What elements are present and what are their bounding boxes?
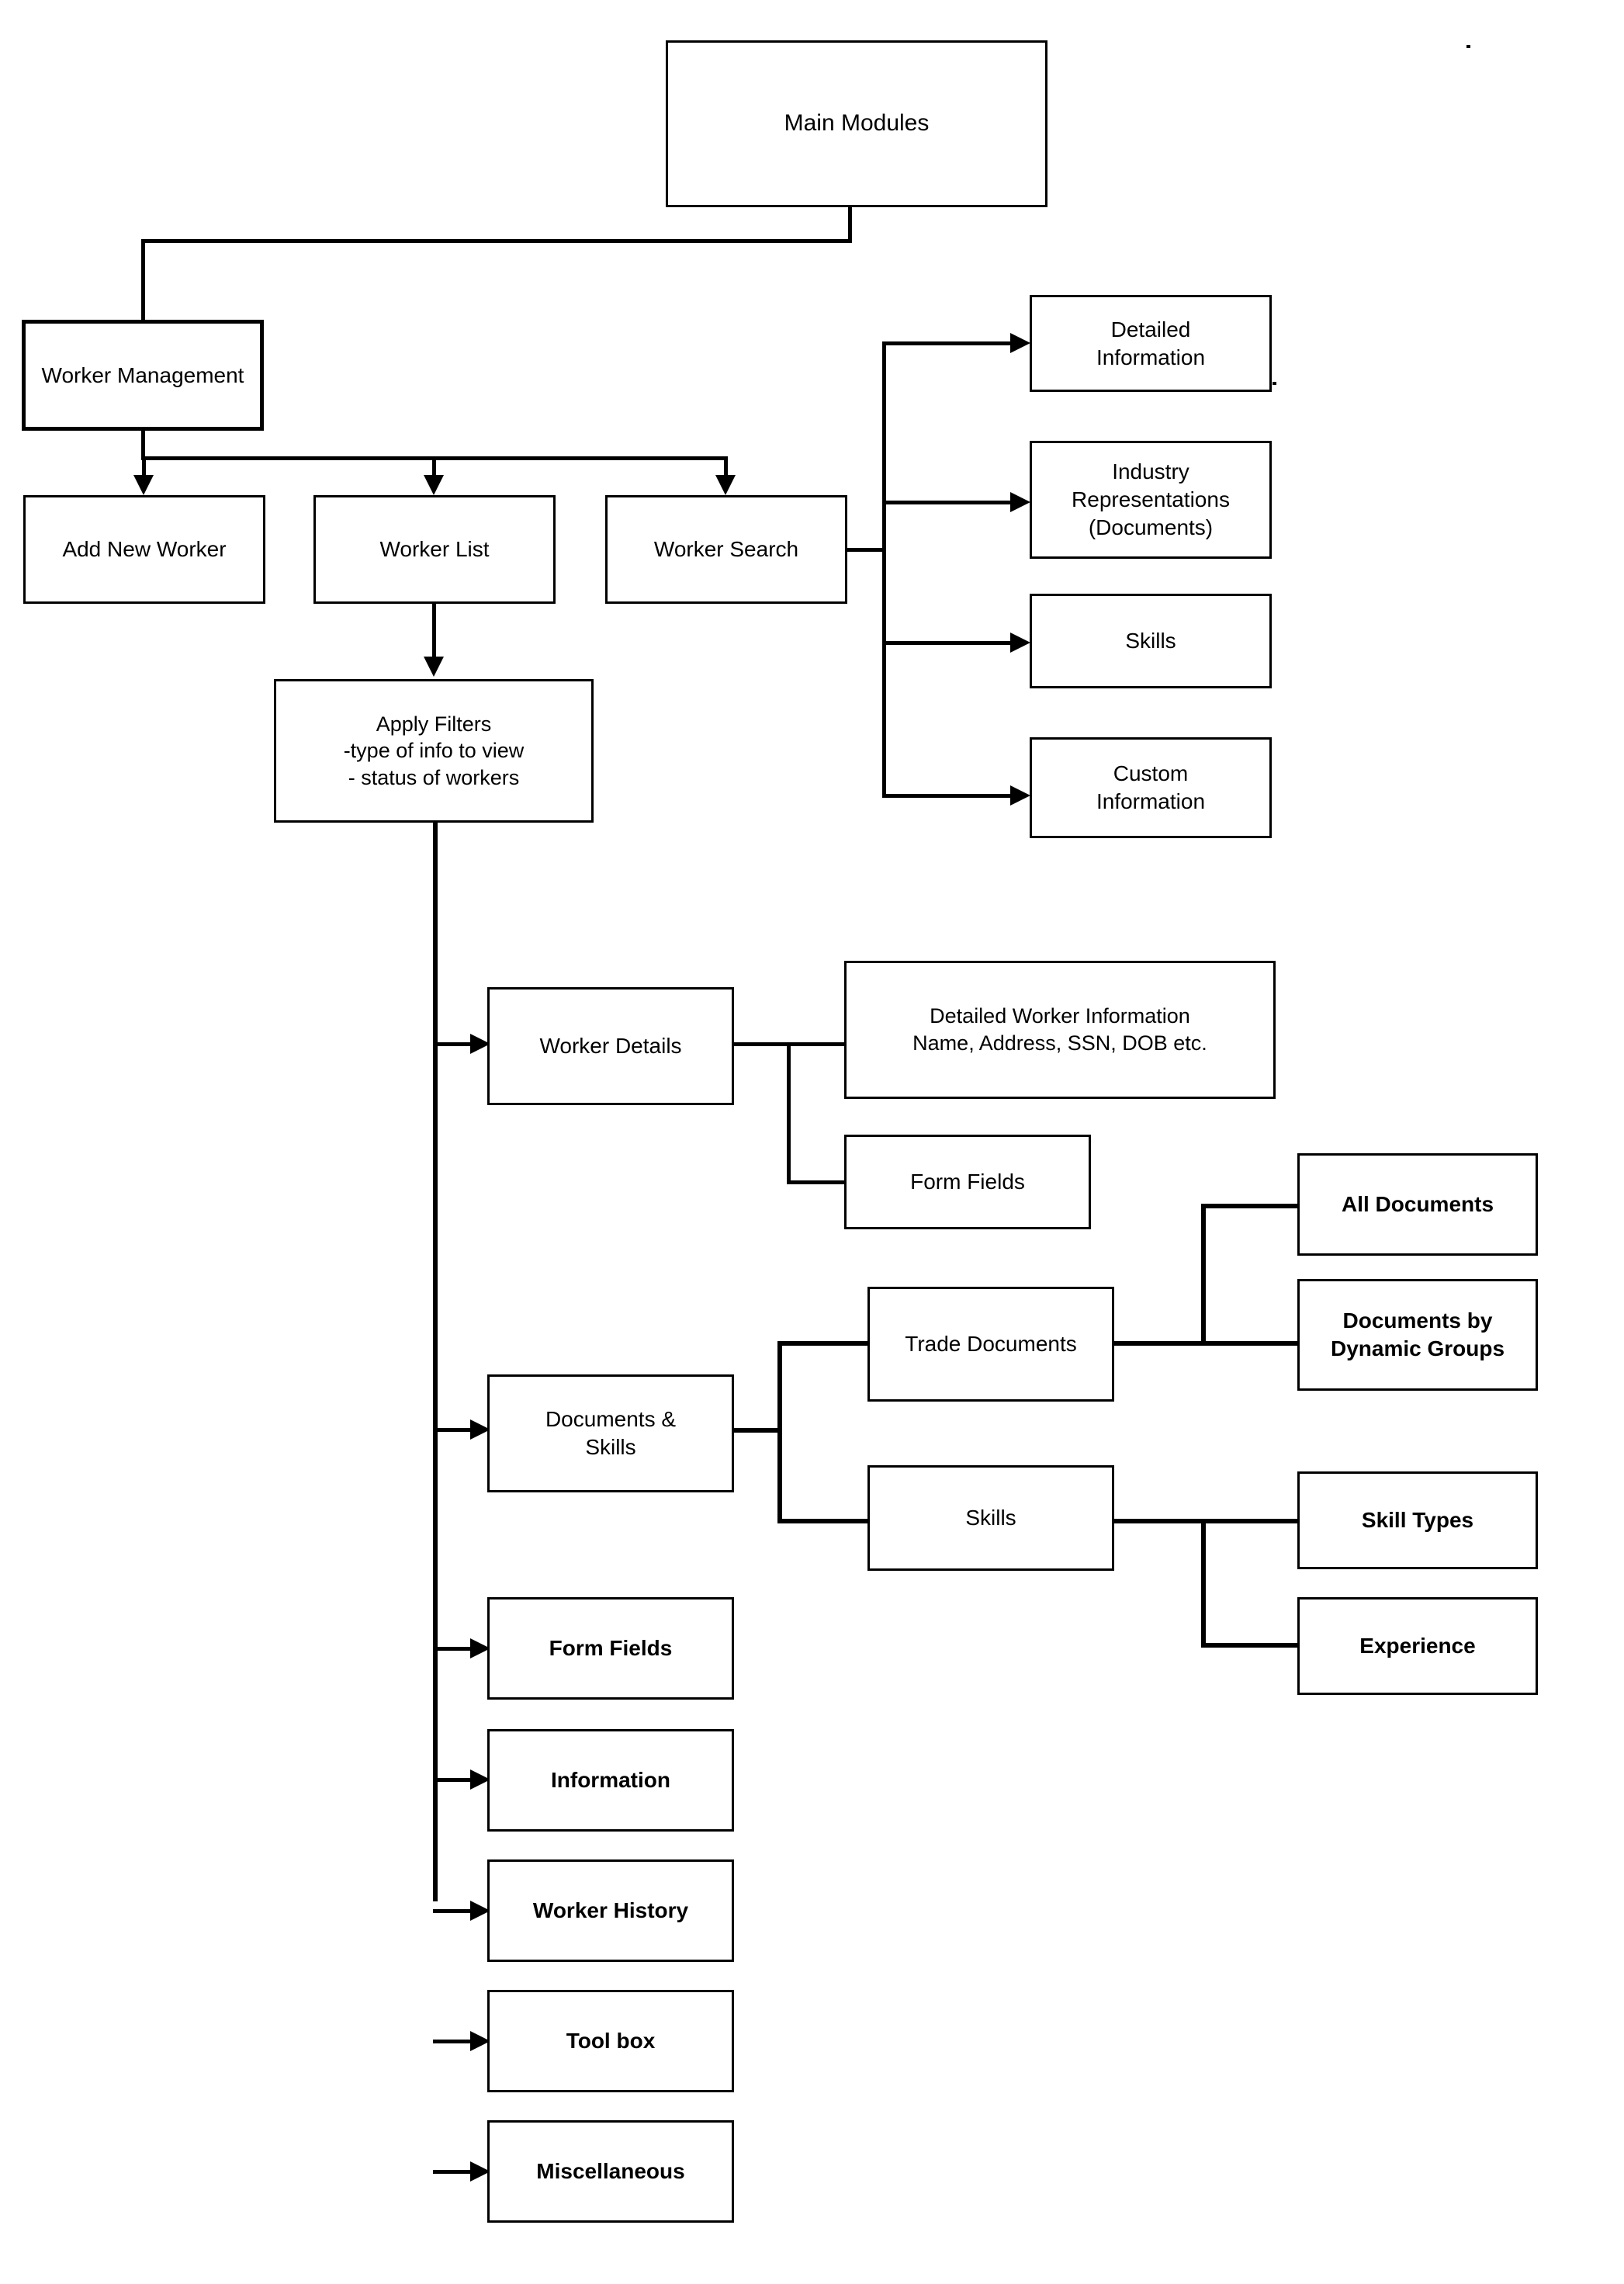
node-detailed-information[interactable]: Detailed Information [1030, 295, 1272, 392]
node-worker-management[interactable]: Worker Management [22, 320, 264, 431]
node-documents-and-skills[interactable]: Documents & Skills [487, 1374, 734, 1492]
node-documents-by-dynamic-groups[interactable]: Documents by Dynamic Groups [1297, 1279, 1538, 1391]
connector-fork-to-form-fields-details [787, 1180, 847, 1184]
node-custom-information[interactable]: Custom Information [1030, 737, 1272, 838]
arrowhead-worker-search [715, 475, 736, 495]
connector-skills-branch-fork [1201, 1519, 1206, 1647]
node-skills-branch[interactable]: Skills [867, 1465, 1114, 1571]
node-trade-documents[interactable]: Trade Documents [867, 1287, 1114, 1402]
arrowhead-add-new-worker [133, 475, 154, 495]
connector-fork-to-detailed-worker-information [787, 1042, 847, 1046]
arrowhead-worker-list [424, 475, 444, 495]
flowchart-canvas: Main Modules Worker Management Add New W… [0, 0, 1624, 2284]
node-miscellaneous[interactable]: Miscellaneous [487, 2120, 734, 2223]
arrowhead-apply-filters [424, 657, 444, 677]
node-form-fields[interactable]: Form Fields [487, 1597, 734, 1700]
node-add-new-worker[interactable]: Add New Worker [23, 495, 265, 604]
connector-fork-to-all-documents [1201, 1204, 1300, 1208]
connector-main-modules-left [141, 239, 852, 243]
connector-to-worker-management [141, 239, 145, 322]
scan-speck [1273, 382, 1276, 385]
connector-to-information [433, 1778, 476, 1782]
connector-skills-branch-right [1113, 1519, 1206, 1523]
connector-to-miscellaneous [433, 2170, 476, 2174]
arrowhead-custom-information [1010, 785, 1030, 806]
connector-to-industry-representations [882, 501, 1016, 504]
node-tool-box[interactable]: Tool box [487, 1990, 734, 2092]
node-main-modules[interactable]: Main Modules [666, 40, 1047, 207]
connector-trade-documents-fork [1201, 1204, 1206, 1346]
connector-to-worker-history [433, 1909, 476, 1913]
connector-documents-and-skills-fork [777, 1341, 782, 1523]
node-worker-history[interactable]: Worker History [487, 1859, 734, 1962]
node-skills-search[interactable]: Skills [1030, 594, 1272, 688]
node-worker-details[interactable]: Worker Details [487, 987, 734, 1105]
arrowhead-detailed-information [1010, 333, 1030, 353]
connector-worker-management-down [141, 431, 145, 458]
node-apply-filters[interactable]: Apply Filters -type of info to view - st… [274, 679, 594, 823]
connector-to-tool-box [433, 2040, 476, 2043]
connector-worker-details-fork [787, 1042, 791, 1184]
connector-right-spine [882, 341, 886, 798]
node-worker-search[interactable]: Worker Search [605, 495, 847, 604]
connector-to-form-fields [433, 1647, 476, 1651]
connector-fork-to-trade-documents [777, 1341, 871, 1346]
arrowhead-skills-search [1010, 633, 1030, 653]
node-worker-list[interactable]: Worker List [313, 495, 556, 604]
connector-worker-details-right [732, 1042, 790, 1046]
node-information[interactable]: Information [487, 1729, 734, 1832]
connector-fork-to-skills-branch [777, 1519, 871, 1523]
node-all-documents[interactable]: All Documents [1297, 1153, 1538, 1256]
arrowhead-industry-representations [1010, 492, 1030, 512]
connector-fork-to-experience [1201, 1643, 1300, 1648]
node-form-fields-details[interactable]: Form Fields [844, 1135, 1091, 1229]
connector-to-worker-details [433, 1042, 476, 1046]
connector-main-spine [433, 823, 438, 1901]
node-experience[interactable]: Experience [1297, 1597, 1538, 1695]
connector-fork-to-skill-types [1201, 1519, 1300, 1523]
connector-to-documents-and-skills [433, 1428, 476, 1432]
connector-main-modules-down [848, 207, 852, 242]
connector-fork-to-documents-by-dynamic-groups [1201, 1341, 1300, 1346]
scan-speck [1466, 45, 1470, 48]
connector-trade-documents-right [1113, 1341, 1206, 1346]
connector-to-detailed-information [882, 341, 1016, 345]
connector-documents-and-skills-right [732, 1428, 782, 1433]
connector-to-skills-search [882, 641, 1016, 645]
node-skill-types[interactable]: Skill Types [1297, 1471, 1538, 1569]
connector-worker-search-right [847, 548, 886, 552]
node-industry-representations[interactable]: Industry Representations (Documents) [1030, 441, 1272, 559]
connector-to-custom-information [882, 794, 1016, 798]
node-detailed-worker-information[interactable]: Detailed Worker Information Name, Addres… [844, 961, 1276, 1099]
